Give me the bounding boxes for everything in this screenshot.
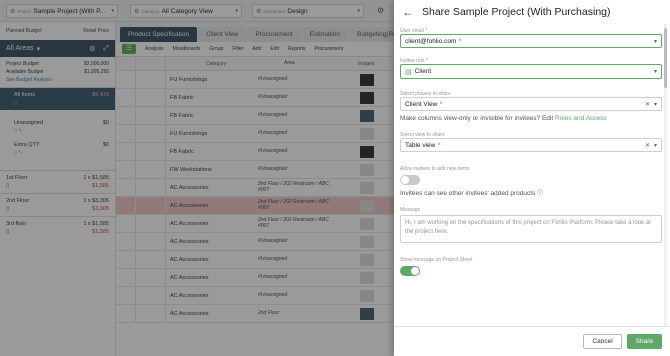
info-icon[interactable]: ⓘ <box>537 191 543 197</box>
dialog-body: User email * client@fohlio.com × ▾ Invit… <box>400 24 662 326</box>
phases-select[interactable]: Client View × ✕ ▾ <box>400 97 662 111</box>
share-dialog: ← Share Sample Project (With Purchasing)… <box>394 0 670 356</box>
dialog-header: ← Share Sample Project (With Purchasing) <box>394 0 670 24</box>
chevron-down-icon: ▾ <box>653 69 657 75</box>
dialog-scrollbar[interactable] <box>664 24 667 326</box>
message-textarea[interactable]: Hi, I am working on the specifications o… <box>400 215 662 243</box>
chevron-down-icon[interactable]: ▾ <box>654 38 657 45</box>
phases-help-text: Make columns view-only or invisible for … <box>400 115 554 122</box>
dialog-title: Share Sample Project (With Purchasing) <box>422 6 611 18</box>
show-message-toggle[interactable] <box>400 266 420 276</box>
allow-help-text: Invitees can see other invitees' added p… <box>400 190 536 197</box>
cancel-button[interactable]: Cancel <box>583 334 622 349</box>
view-chip: Table view × <box>405 141 441 149</box>
remove-chip-icon[interactable]: × <box>437 142 441 148</box>
role-select[interactable]: ▤ Client ▾ <box>400 64 662 79</box>
back-arrow-icon[interactable]: ← <box>402 5 414 19</box>
dialog-footer: Cancel Share <box>394 326 670 356</box>
roles-and-access-link[interactable]: Roles and Access <box>555 115 607 122</box>
share-button[interactable]: Share <box>626 334 662 349</box>
email-field[interactable]: client@fohlio.com × ▾ <box>400 34 662 48</box>
clear-icon[interactable]: ✕ <box>645 101 650 108</box>
remove-chip-icon[interactable]: × <box>458 38 462 44</box>
allow-new-items-toggle[interactable] <box>400 175 420 185</box>
view-select[interactable]: Table view × ✕ ▾ <box>400 138 662 152</box>
chevron-down-icon[interactable]: ▾ <box>654 142 657 149</box>
show-message-label: Show message on Project Sheet <box>400 257 473 263</box>
allow-label: Allow invitees to add new items <box>400 166 470 172</box>
phase-chip: Client View × <box>405 100 443 108</box>
email-chip: client@fohlio.com × <box>405 37 462 45</box>
remove-chip-icon[interactable]: × <box>439 101 443 107</box>
clear-icon[interactable]: ✕ <box>645 142 650 149</box>
modal-overlay[interactable] <box>0 0 394 356</box>
chevron-down-icon[interactable]: ▾ <box>654 101 657 108</box>
message-label: Message <box>400 207 421 213</box>
document-icon: ▤ <box>405 68 412 76</box>
